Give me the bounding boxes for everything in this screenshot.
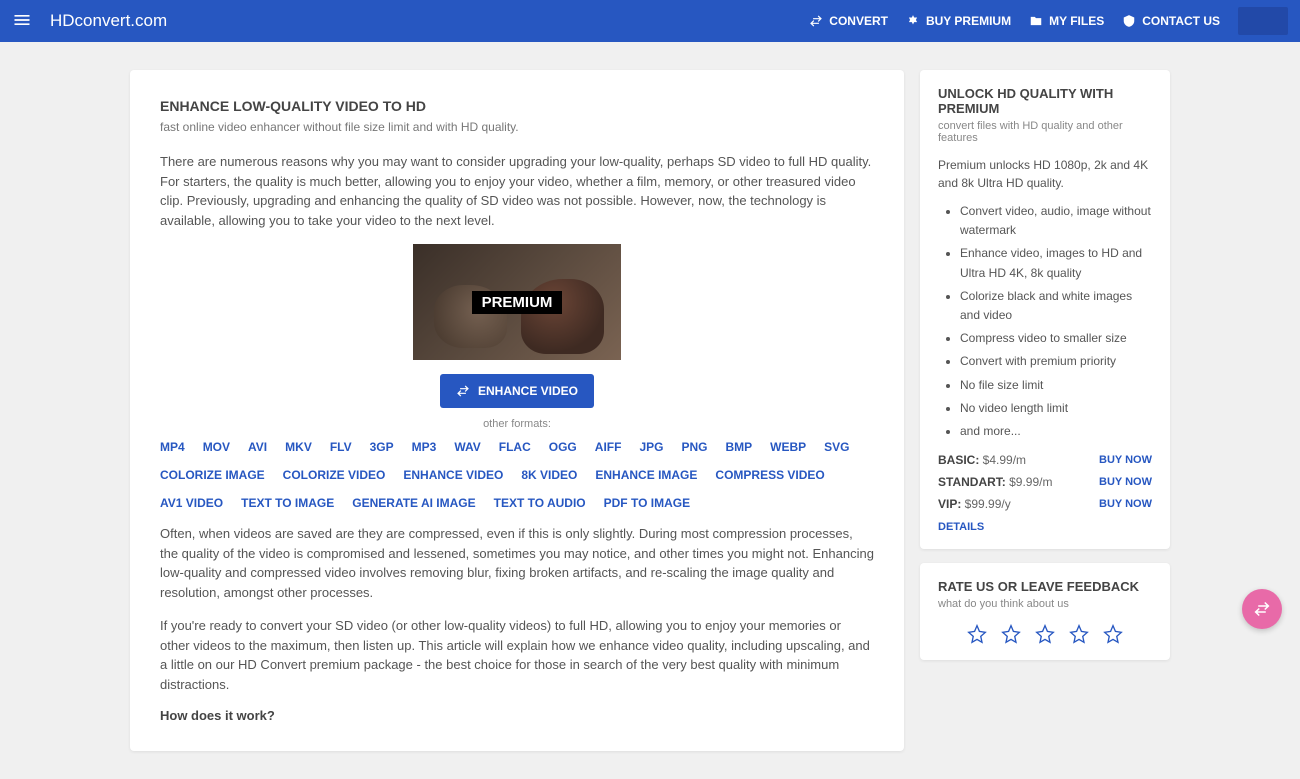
formats-row-3: AV1 VIDEO TEXT TO IMAGE GENERATE AI IMAGE T… [160, 496, 874, 510]
plan-price: $99.99/y [965, 497, 1011, 511]
header-bar: HDconvert.com CONVERT BUY PREMIUM MY FIL… [0, 0, 1300, 42]
format-link[interactable]: WEBP [770, 440, 806, 454]
formats-row-2: COLORIZE IMAGE COLORIZE VIDEO ENHANCE VIDE… [160, 468, 874, 482]
premium-card: UNLOCK HD QUALITY WITH PREMIUM convert f… [920, 70, 1170, 549]
plan-name: VIP: [938, 497, 965, 511]
swap-icon [1253, 600, 1271, 618]
plan-price: $4.99/m [983, 453, 1026, 467]
buy-now-link[interactable]: BUY NOW [1099, 476, 1152, 488]
enhance-video-button[interactable]: ENHANCE VIDEO [440, 374, 594, 408]
enhance-video-label: ENHANCE VIDEO [478, 384, 578, 398]
format-link[interactable]: MKV [285, 440, 312, 454]
nav-my-files-label: MY FILES [1049, 14, 1104, 28]
format-link[interactable]: GENERATE AI IMAGE [352, 496, 475, 510]
paragraph-3: If you're ready to convert your SD video… [160, 616, 874, 694]
format-link[interactable]: JPG [639, 440, 663, 454]
rate-subtitle: what do you think about us [938, 598, 1152, 610]
format-link[interactable]: TEXT TO AUDIO [494, 496, 586, 510]
format-link[interactable]: COMPRESS VIDEO [715, 468, 824, 482]
nav-convert-label: CONVERT [829, 14, 888, 28]
premium-watermark: PREMIUM [472, 291, 563, 314]
star-3[interactable] [1035, 624, 1055, 644]
rate-title: RATE US OR LEAVE FEEDBACK [938, 579, 1152, 594]
hamburger-menu-icon[interactable] [12, 10, 32, 33]
premium-desc: Premium unlocks HD 1080p, 2k and 4K and … [938, 156, 1152, 192]
format-link[interactable]: ENHANCE IMAGE [595, 468, 697, 482]
plan-row: VIP: $99.99/y BUY NOW [938, 497, 1152, 511]
star-5[interactable] [1103, 624, 1123, 644]
rating-stars [938, 624, 1152, 644]
floating-action-button[interactable] [1242, 589, 1282, 629]
format-link[interactable]: PDF TO IMAGE [604, 496, 690, 510]
format-link[interactable]: OGG [549, 440, 577, 454]
premium-feature-item: No file size limit [960, 376, 1152, 395]
nav-my-files[interactable]: MY FILES [1029, 14, 1104, 28]
nav-contact-us-label: CONTACT US [1142, 14, 1220, 28]
main-content-card: ENHANCE LOW-QUALITY VIDEO TO HD fast onl… [130, 70, 904, 751]
nav-buy-premium[interactable]: BUY PREMIUM [906, 14, 1011, 28]
format-link[interactable]: SVG [824, 440, 849, 454]
page-subtitle: fast online video enhancer without file … [160, 120, 874, 134]
format-link[interactable]: MP3 [412, 440, 437, 454]
format-link[interactable]: BMP [725, 440, 752, 454]
how-it-works-heading: How does it work? [160, 708, 874, 723]
star-2[interactable] [1001, 624, 1021, 644]
nav-convert[interactable]: CONVERT [809, 14, 888, 28]
paragraph-2: Often, when videos are saved are they ar… [160, 524, 874, 602]
premium-subtitle: convert files with HD quality and other … [938, 120, 1152, 144]
format-link[interactable]: PNG [681, 440, 707, 454]
format-link[interactable]: FLAC [499, 440, 531, 454]
swap-icon [456, 384, 470, 398]
buy-now-link[interactable]: BUY NOW [1099, 498, 1152, 510]
format-link[interactable]: 3GP [370, 440, 394, 454]
format-link[interactable]: 8K VIDEO [521, 468, 577, 482]
format-link[interactable]: COLORIZE IMAGE [160, 468, 265, 482]
premium-title: UNLOCK HD QUALITY WITH PREMIUM [938, 86, 1152, 116]
format-link[interactable]: AV1 VIDEO [160, 496, 223, 510]
premium-feature-item: Convert video, audio, image without wate… [960, 202, 1152, 240]
star-1[interactable] [967, 624, 987, 644]
premium-feature-item: Colorize black and white images and vide… [960, 287, 1152, 325]
premium-feature-item: Convert with premium priority [960, 352, 1152, 371]
formats-row-1: MP4 MOV AVI MKV FLV 3GP MP3 WAV FLAC OGG AIFF JPG PN… [160, 440, 874, 454]
format-link[interactable]: FLV [330, 440, 352, 454]
logo[interactable]: HDconvert.com [50, 11, 167, 31]
format-link[interactable]: AVI [248, 440, 267, 454]
premium-feature-item: No video length limit [960, 399, 1152, 418]
plan-price: $9.99/m [1009, 475, 1052, 489]
intro-paragraph: There are numerous reasons why you may w… [160, 152, 874, 230]
premium-feature-item: Enhance video, images to HD and Ultra HD… [960, 244, 1152, 282]
video-preview: PREMIUM [413, 244, 621, 360]
format-link[interactable]: TEXT TO IMAGE [241, 496, 334, 510]
format-link[interactable]: MP4 [160, 440, 185, 454]
plan-row: STANDART: $9.99/m BUY NOW [938, 475, 1152, 489]
plan-name: STANDART: [938, 475, 1009, 489]
premium-feature-item: and more... [960, 422, 1152, 441]
header-slot[interactable] [1238, 7, 1288, 35]
other-formats-label: other formats: [160, 418, 874, 430]
format-link[interactable]: AIFF [595, 440, 622, 454]
premium-features-list: Convert video, audio, image without wate… [938, 202, 1152, 441]
premium-feature-item: Compress video to smaller size [960, 329, 1152, 348]
star-4[interactable] [1069, 624, 1089, 644]
nav-contact-us[interactable]: CONTACT US [1122, 14, 1220, 28]
plan-name: BASIC: [938, 453, 983, 467]
format-link[interactable]: ENHANCE VIDEO [403, 468, 503, 482]
plan-row: BASIC: $4.99/m BUY NOW [938, 453, 1152, 467]
rate-card: RATE US OR LEAVE FEEDBACK what do you th… [920, 563, 1170, 660]
details-link[interactable]: DETAILS [938, 521, 1152, 533]
page-title: ENHANCE LOW-QUALITY VIDEO TO HD [160, 98, 874, 114]
format-link[interactable]: MOV [203, 440, 230, 454]
format-link[interactable]: WAV [454, 440, 480, 454]
nav-buy-premium-label: BUY PREMIUM [926, 14, 1011, 28]
format-link[interactable]: COLORIZE VIDEO [283, 468, 386, 482]
buy-now-link[interactable]: BUY NOW [1099, 454, 1152, 466]
